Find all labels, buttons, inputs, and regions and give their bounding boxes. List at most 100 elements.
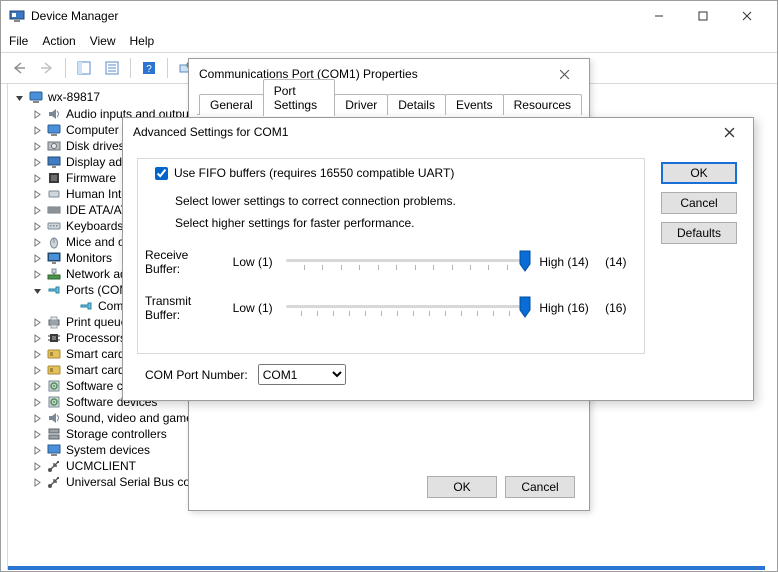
properties-ok-button[interactable]: OK: [427, 476, 497, 498]
advanced-ok-button[interactable]: OK: [661, 162, 737, 184]
menu-file[interactable]: File: [9, 34, 28, 48]
print-icon: [46, 314, 62, 330]
expand-icon[interactable]: [32, 254, 42, 263]
menu-help[interactable]: Help: [130, 34, 155, 48]
soft-icon: [46, 394, 62, 410]
receive-buffer-slider[interactable]: [286, 251, 525, 273]
receive-high-label: High (14): [539, 255, 599, 269]
scard-icon: [46, 362, 62, 378]
help-button[interactable]: ?: [137, 56, 161, 80]
receive-buffer-label: Receive Buffer:: [145, 248, 227, 276]
tree-selection-bar: [8, 566, 765, 570]
tree-item-label: Storage controllers: [66, 427, 167, 441]
expand-icon[interactable]: [14, 92, 24, 102]
disk-icon: [46, 138, 62, 154]
expand-icon[interactable]: [32, 318, 42, 327]
properties-close-button[interactable]: [549, 59, 579, 89]
network-icon: [46, 266, 62, 282]
expand-icon[interactable]: [32, 206, 42, 215]
expand-icon[interactable]: [32, 478, 42, 487]
receive-value: (14): [605, 255, 635, 269]
expand-icon[interactable]: [32, 110, 42, 119]
nav-back-button[interactable]: [7, 56, 31, 80]
expand-icon[interactable]: [32, 382, 42, 391]
tree-item-label: UCMCLIENT: [66, 459, 136, 473]
advanced-cancel-button[interactable]: Cancel: [661, 192, 737, 214]
tab-driver[interactable]: Driver: [334, 94, 388, 115]
expand-icon[interactable]: [32, 366, 42, 375]
usb-icon: [46, 474, 62, 490]
advanced-close-button[interactable]: [715, 118, 743, 146]
transmit-buffer-row: Transmit Buffer: Low (1) High (16) (16): [145, 294, 635, 322]
tab-general[interactable]: General: [199, 94, 264, 115]
expand-icon[interactable]: [32, 398, 42, 407]
use-fifo-checkbox[interactable]: Use FIFO buffers (requires 16550 compati…: [155, 166, 454, 180]
computer-icon: [28, 89, 44, 105]
expand-icon[interactable]: [32, 286, 42, 295]
properties-titlebar[interactable]: Communications Port (COM1) Properties: [189, 59, 589, 89]
advanced-defaults-button[interactable]: Defaults: [661, 222, 737, 244]
transmit-slider-thumb[interactable]: [519, 296, 531, 318]
tab-details[interactable]: Details: [387, 94, 446, 115]
expand-icon[interactable]: [32, 142, 42, 151]
tree-item-label: Computer: [66, 123, 119, 137]
show-hidden-button[interactable]: [72, 56, 96, 80]
usb-icon: [46, 458, 62, 474]
tree-item-label: Disk drives: [66, 139, 125, 153]
expand-icon[interactable]: [32, 174, 42, 183]
maximize-button[interactable]: [681, 1, 725, 31]
expand-icon[interactable]: [32, 222, 42, 231]
port-icon: [78, 298, 94, 314]
expand-icon[interactable]: [32, 350, 42, 359]
menubar: File Action View Help: [1, 31, 777, 52]
hint-higher: Select higher settings for faster perfor…: [175, 216, 414, 230]
com-port-row: COM Port Number: COM1: [145, 364, 346, 385]
expand-icon[interactable]: [32, 126, 42, 135]
expand-icon[interactable]: [32, 158, 42, 167]
properties-cancel-button[interactable]: Cancel: [505, 476, 575, 498]
use-fifo-input[interactable]: [155, 167, 168, 180]
ide-icon: [46, 202, 62, 218]
scard-icon: [46, 346, 62, 362]
com-port-select[interactable]: COM1: [258, 364, 346, 385]
expand-icon[interactable]: [32, 270, 42, 279]
expand-icon[interactable]: [32, 462, 42, 471]
menu-action[interactable]: Action: [42, 34, 75, 48]
receive-buffer-row: Receive Buffer: Low (1) High (14) (14): [145, 248, 635, 276]
expand-icon[interactable]: [32, 414, 42, 423]
keyboard-icon: [46, 218, 62, 234]
use-fifo-label: Use FIFO buffers (requires 16550 compati…: [174, 166, 454, 180]
advanced-settings-dialog: Advanced Settings for COM1 Use FIFO buff…: [122, 117, 754, 401]
tab-resources[interactable]: Resources: [503, 94, 582, 115]
soft-icon: [46, 378, 62, 394]
audio-icon: [46, 410, 62, 426]
expand-icon[interactable]: [32, 446, 42, 455]
hid-icon: [46, 186, 62, 202]
tab-events[interactable]: Events: [445, 94, 504, 115]
close-button[interactable]: [725, 1, 769, 31]
expand-icon[interactable]: [32, 190, 42, 199]
tree-item-label: Monitors: [66, 251, 112, 265]
device-manager-icon: [9, 8, 25, 24]
tree-item-label: Keyboards: [66, 219, 123, 233]
receive-low-label: Low (1): [233, 255, 281, 269]
receive-slider-thumb[interactable]: [519, 250, 531, 272]
nav-forward-button[interactable]: [35, 56, 59, 80]
expand-icon[interactable]: [32, 334, 42, 343]
expand-icon[interactable]: [32, 430, 42, 439]
properties-tabstrip: GeneralPort SettingsDriverDetailsEventsR…: [197, 89, 581, 115]
properties-button[interactable]: [100, 56, 124, 80]
advanced-title: Advanced Settings for COM1: [133, 125, 288, 139]
tab-port-settings[interactable]: Port Settings: [263, 79, 336, 116]
root-label: wx-89817: [48, 90, 100, 104]
expand-icon[interactable]: [32, 238, 42, 247]
menu-view[interactable]: View: [90, 34, 116, 48]
monitor-icon: [46, 250, 62, 266]
transmit-buffer-slider[interactable]: [286, 297, 525, 319]
audio-icon: [46, 106, 62, 122]
firmware-icon: [46, 170, 62, 186]
titlebar[interactable]: Device Manager: [1, 1, 777, 31]
minimize-button[interactable]: [637, 1, 681, 31]
tree-item-label: Firmware: [66, 171, 116, 185]
advanced-titlebar[interactable]: Advanced Settings for COM1: [123, 118, 753, 146]
